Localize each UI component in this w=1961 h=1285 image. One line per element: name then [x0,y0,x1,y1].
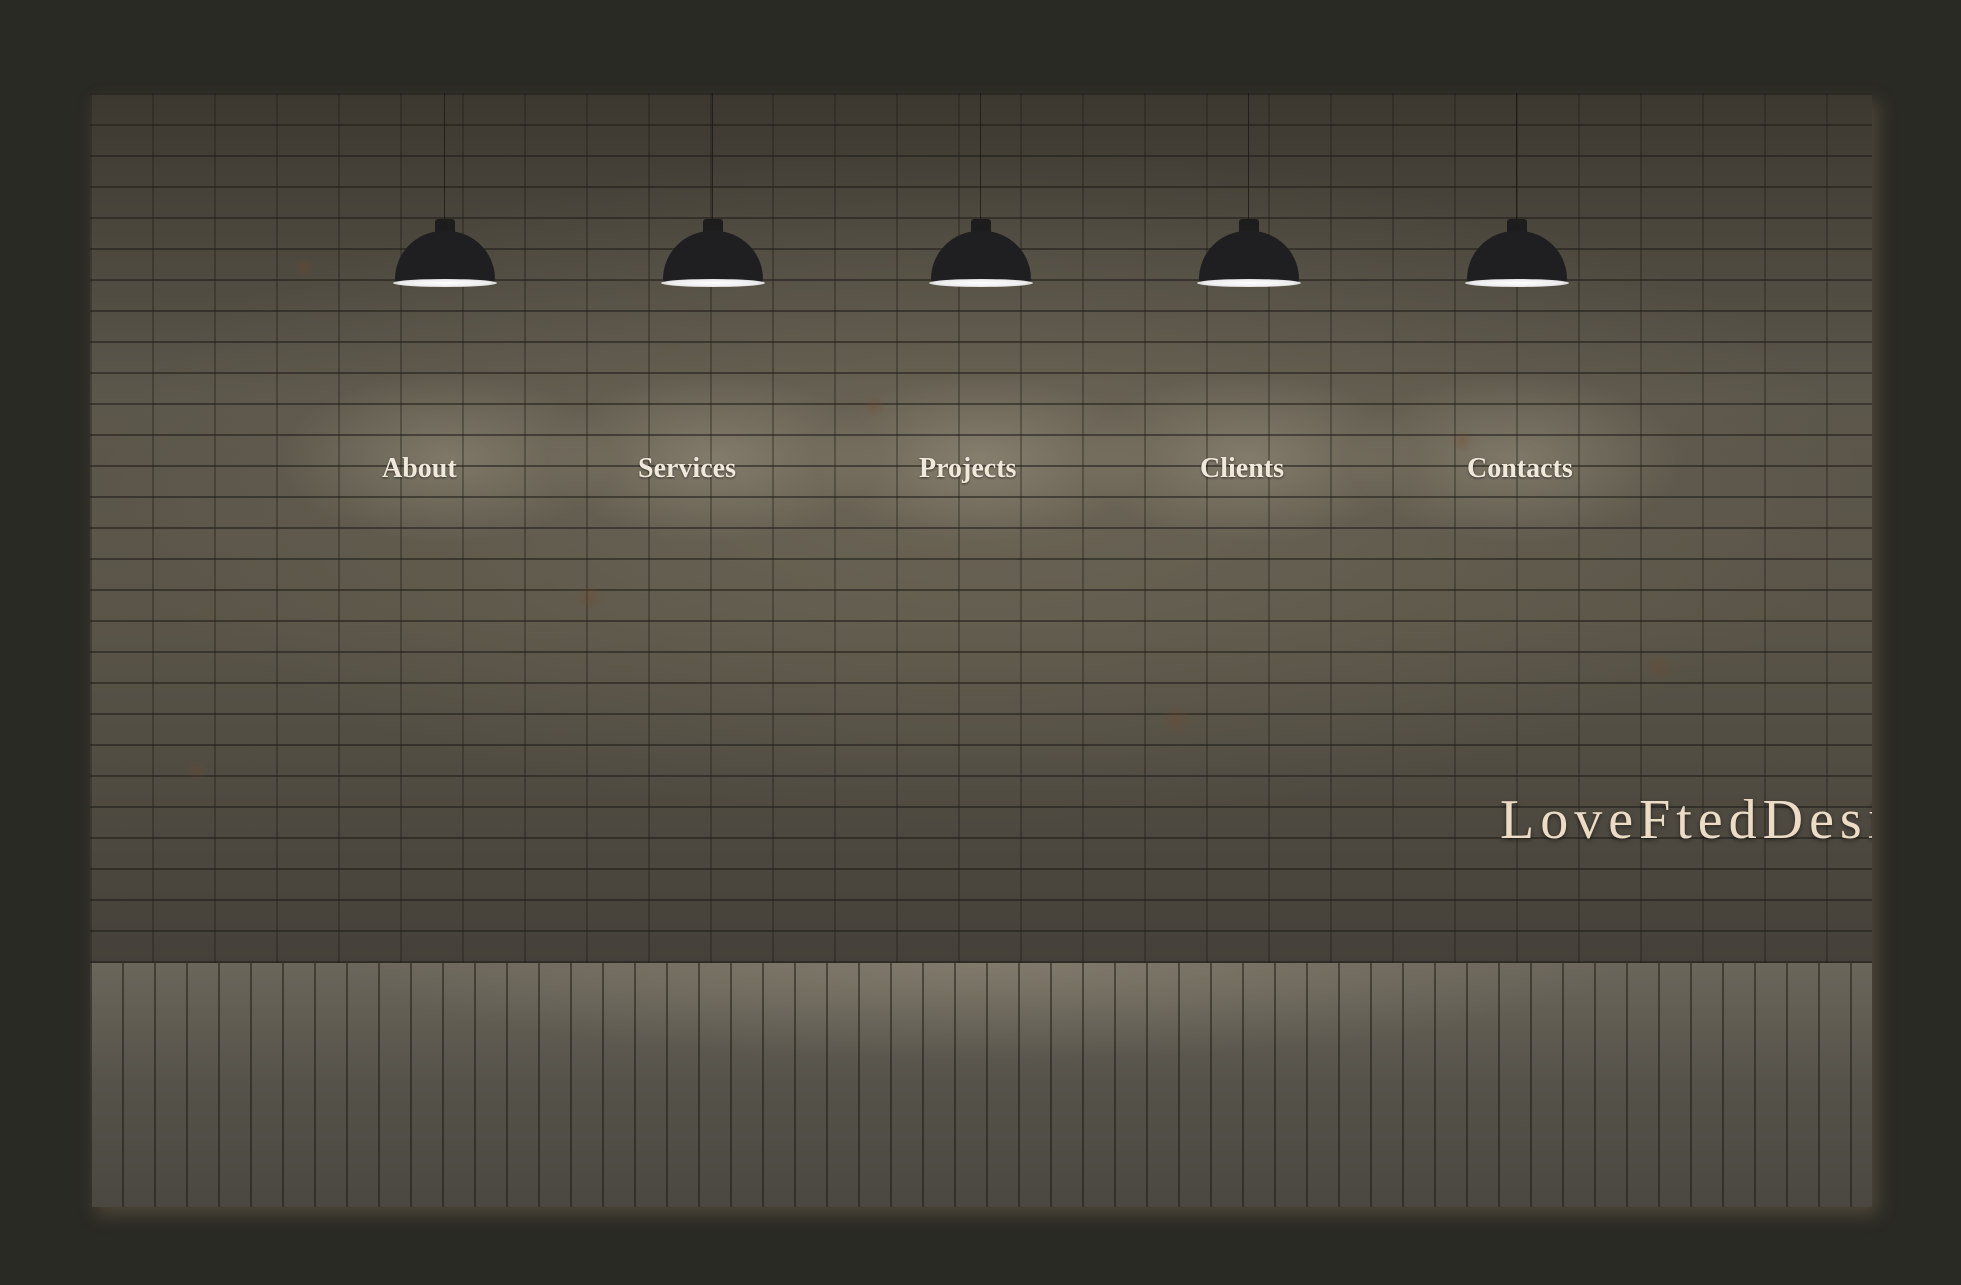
lamp-shade [1467,231,1567,283]
lamp-cord [444,93,445,223]
pendant-lamp-icon [926,93,1036,293]
nav-link-services[interactable]: Services [638,453,736,485]
lamp-light-rim [393,279,497,287]
lamp-light-rim [929,279,1033,287]
lamp-shade [395,231,495,283]
lamp-light-rim [1197,279,1301,287]
lamp-cord [980,93,981,223]
pendant-lamp-icon [1194,93,1304,293]
pendant-lamp-icon [390,93,500,293]
nav-link-projects[interactable]: Projects [919,453,1016,485]
brand-title: LoveFtedDesign [1500,789,1872,851]
lamp-cord [712,93,713,223]
lamp-cord [1516,93,1517,223]
wooden-floor-background [90,963,1872,1207]
nav-link-contacts[interactable]: Contacts [1467,453,1573,485]
pendant-lamp-icon [1462,93,1572,293]
hero-scene: About Services Projects Clients Contacts… [90,93,1872,1207]
pendant-lamp-icon [658,93,768,293]
lamp-light-rim [1465,279,1569,287]
lamp-shade [1199,231,1299,283]
nav-link-clients[interactable]: Clients [1200,453,1284,485]
lamp-shade [931,231,1031,283]
lamp-shade [663,231,763,283]
lamp-light-rim [661,279,765,287]
lamp-cord [1248,93,1249,223]
nav-link-about[interactable]: About [382,453,457,485]
